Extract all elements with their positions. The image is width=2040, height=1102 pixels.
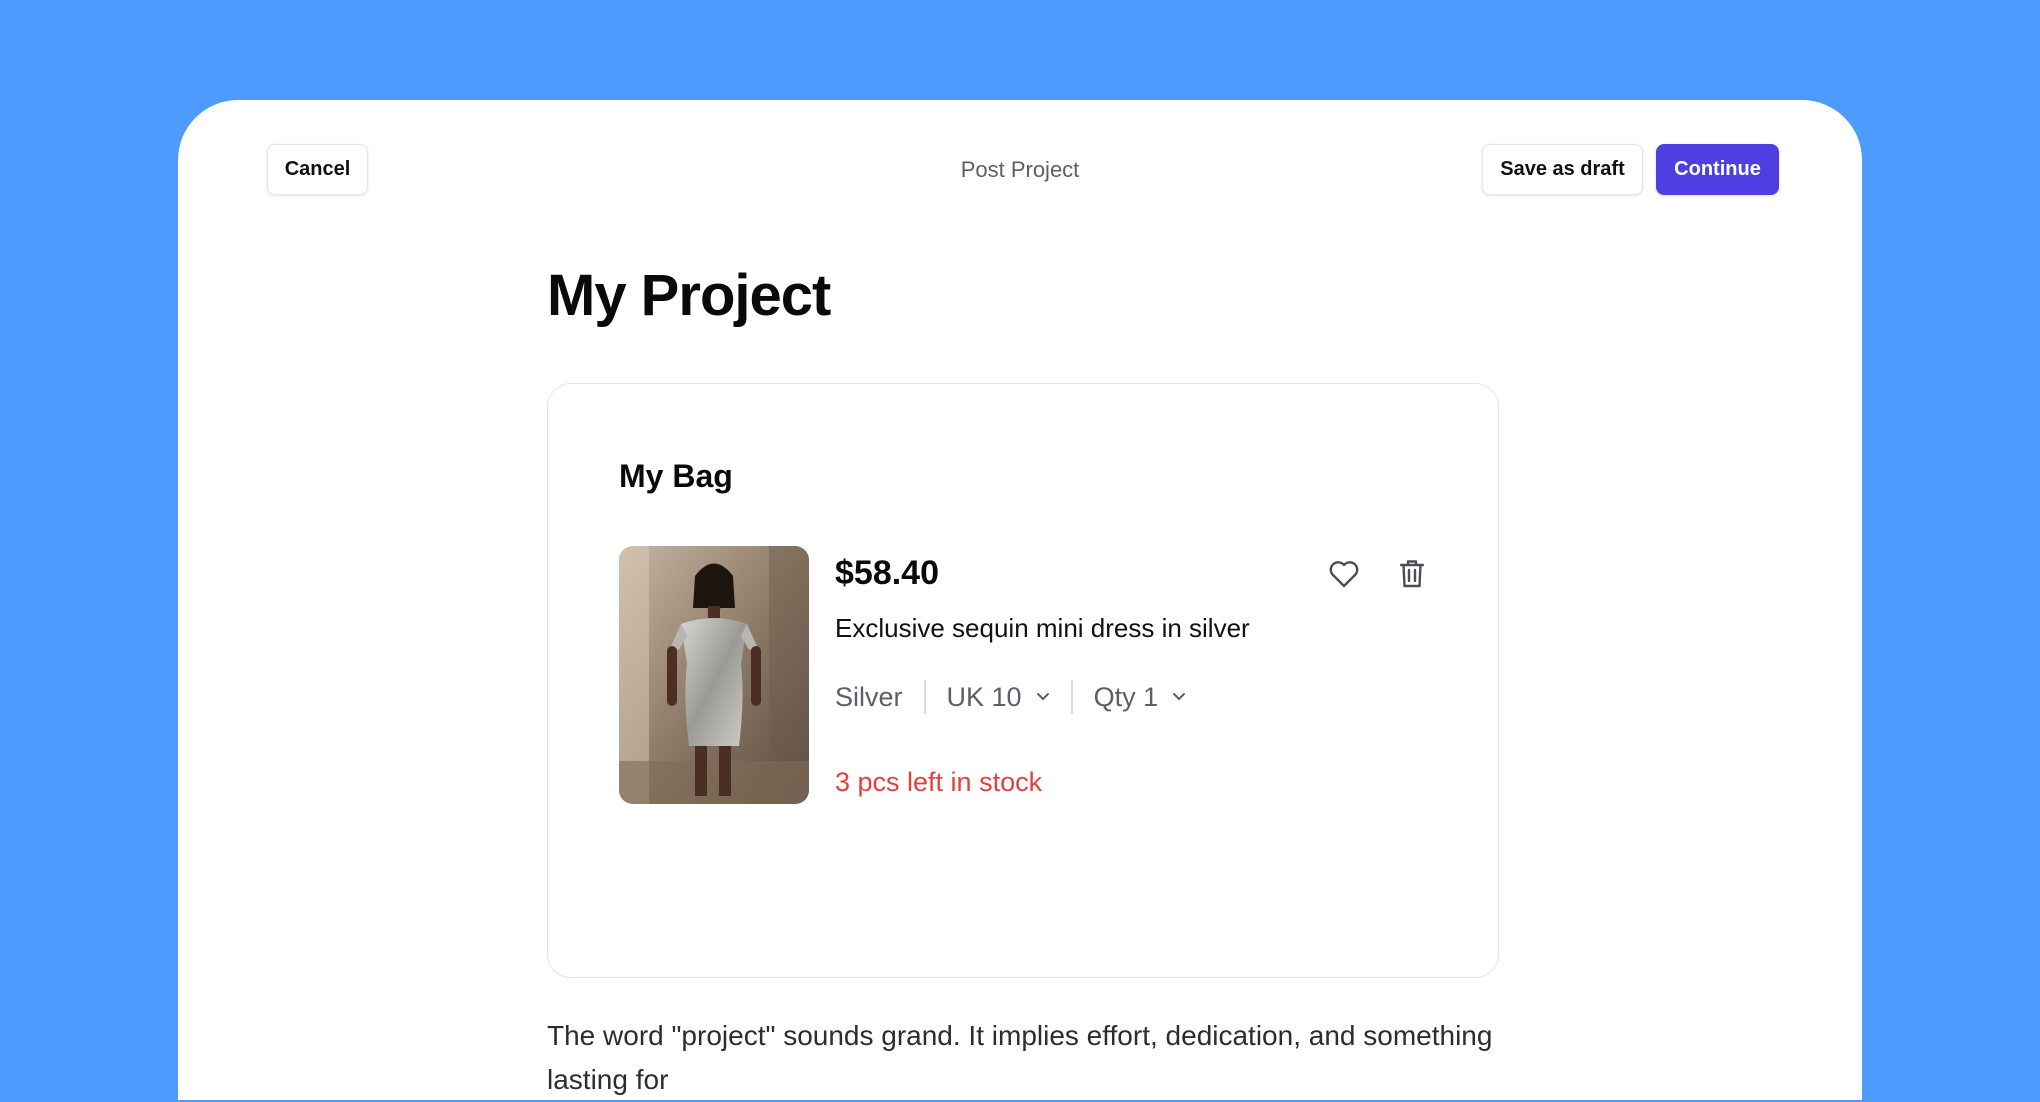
product-name: Exclusive sequin mini dress in silver [835, 613, 1250, 643]
product-price: $58.40 [835, 554, 939, 592]
continue-button[interactable]: Continue [1656, 144, 1779, 195]
cancel-button[interactable]: Cancel [267, 144, 368, 195]
bag-title: My Bag [619, 458, 733, 494]
divider [923, 680, 926, 714]
quantity-select[interactable]: Qty 1 [1094, 682, 1187, 713]
chevron-down-icon [1172, 692, 1186, 702]
variant-row: Silver UK 10 Qty 1 [835, 677, 1186, 717]
product-image[interactable] [619, 546, 809, 804]
chevron-down-icon [1036, 692, 1050, 702]
bag-card: My Bag $58.40 Exclusive sequin mini dres… [547, 383, 1499, 978]
stock-notice: 3 pcs left in stock [835, 767, 1043, 797]
size-select[interactable]: UK 10 [947, 682, 1050, 713]
save-draft-button[interactable]: Save as draft [1482, 144, 1643, 195]
divider [1070, 680, 1073, 714]
size-value: UK 10 [946, 681, 1022, 712]
trash-icon[interactable] [1394, 556, 1430, 592]
modal-window: Cancel Post Project Save as draft Contin… [178, 100, 1862, 1100]
quantity-value: Qty 1 [1093, 681, 1159, 712]
heart-icon[interactable] [1326, 556, 1362, 592]
color-value: Silver [835, 681, 903, 712]
body-paragraph: The word "project" sounds grand. It impl… [547, 1020, 1493, 1095]
page-title: My Project [547, 263, 831, 328]
